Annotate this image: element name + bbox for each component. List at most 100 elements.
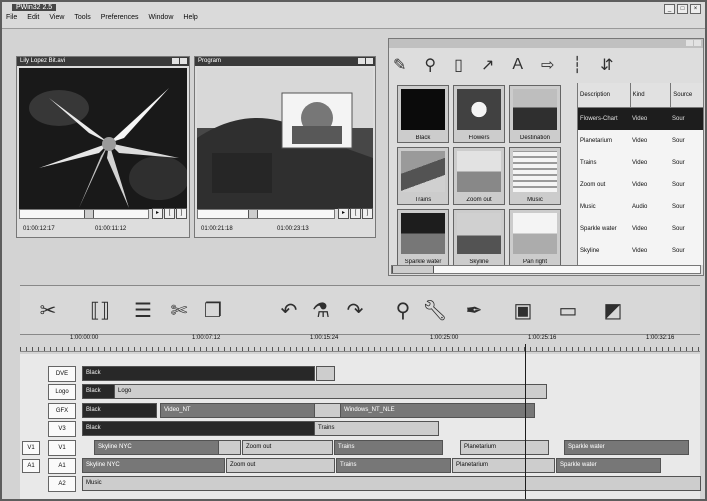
clip[interactable]: Logo	[114, 384, 547, 399]
clip[interactable]: Music	[82, 476, 701, 491]
clip-transition[interactable]	[218, 440, 241, 455]
clip[interactable]: Black	[82, 384, 117, 399]
track-label-a2[interactable]: A2	[48, 476, 76, 492]
close-icon[interactable]	[180, 58, 187, 64]
track-label-dve[interactable]: DVE	[48, 366, 76, 382]
clip[interactable]: Skyline NYC	[94, 440, 219, 455]
wrench-icon[interactable]: 🔧︎	[420, 292, 450, 328]
track-label-v3[interactable]: V3	[48, 421, 76, 437]
thumbnail-pan-right[interactable]: Pan right	[509, 209, 561, 267]
undo-icon[interactable]: ↶	[274, 292, 304, 328]
redo-icon[interactable]: ↷	[338, 292, 372, 328]
clip[interactable]: Black	[82, 403, 157, 418]
mark-in-icon[interactable]: [	[350, 208, 361, 219]
playhead[interactable]	[525, 344, 526, 499]
clip[interactable]: Trains	[314, 421, 439, 436]
track-label-v1[interactable]: V1	[48, 440, 76, 456]
track-label-a1[interactable]: A1	[48, 458, 76, 474]
clip[interactable]: Zoom out	[242, 440, 333, 455]
magnifier-icon[interactable]: ⚲	[424, 55, 436, 75]
clip[interactable]: Skyline NYC	[82, 458, 225, 473]
clip[interactable]: Sparkle water	[556, 458, 661, 473]
clip[interactable]: Zoom out	[226, 458, 335, 473]
mark-in-icon[interactable]: [	[164, 208, 175, 219]
zoom-icon[interactable]: ⚲	[388, 292, 418, 328]
track-label-gfx[interactable]: GFX	[48, 403, 76, 419]
disk-icon[interactable]: ▭	[546, 292, 590, 328]
column-kind[interactable]: Kind	[631, 83, 672, 107]
pointer-icon[interactable]: ↗	[481, 55, 494, 75]
slider-thumb[interactable]	[248, 210, 258, 218]
thumbnail-sparkle-water[interactable]: Sparkle water	[397, 209, 449, 267]
clip[interactable]: Trains	[336, 458, 451, 473]
column-description[interactable]: Description	[578, 83, 631, 107]
thumbnail-skyline[interactable]: Skyline	[453, 209, 505, 267]
slider-thumb[interactable]	[84, 210, 94, 218]
minimize-icon[interactable]	[686, 40, 693, 46]
mark-out-icon[interactable]: ]	[362, 208, 373, 219]
thumbnail-trains[interactable]: Trains	[397, 147, 449, 205]
menu-tools[interactable]: Tools	[74, 14, 90, 21]
clip[interactable]: Black	[82, 421, 317, 436]
source-scrub-slider[interactable]	[19, 209, 149, 219]
close-icon[interactable]	[694, 40, 701, 46]
list-row[interactable]: Sparkle water Video Sour	[578, 218, 703, 240]
render-icon[interactable]: ▣	[506, 292, 540, 328]
copy-icon[interactable]: ❐	[196, 292, 230, 328]
thumbnail-flowers[interactable]: Flowers	[453, 85, 505, 143]
scissors-icon[interactable]: ✄	[166, 292, 192, 328]
split-icon[interactable]: ⟦⟧	[84, 292, 116, 328]
page-icon[interactable]: ▯	[454, 55, 463, 75]
pen-icon[interactable]: ✒	[452, 292, 496, 328]
minimize-icon[interactable]	[358, 58, 365, 64]
play-icon[interactable]: ▸	[152, 208, 163, 219]
thumbnail-destination[interactable]: Destination	[509, 85, 561, 143]
clip[interactable]: Trains	[334, 440, 443, 455]
list-row[interactable]: Zoom out Video Sour	[578, 174, 703, 196]
clip[interactable]: Sparkle water	[564, 440, 689, 455]
list-row[interactable]: Planetarium Video Sour	[578, 130, 703, 152]
timeline-ruler[interactable]: 1:00:00:00 1:00:07:12 1:00:15:24 1:00:25…	[20, 335, 700, 352]
library-scrollbar[interactable]	[391, 265, 701, 274]
minimize-icon[interactable]: _	[664, 4, 675, 14]
program-viewer-titlebar[interactable]: Program	[195, 57, 375, 66]
close-icon[interactable]	[366, 58, 373, 64]
thumbnail-black[interactable]: Black	[397, 85, 449, 143]
clip[interactable]: Video_NT	[160, 403, 315, 418]
clip[interactable]: Planetarium	[460, 440, 549, 455]
clip-transition[interactable]	[316, 366, 335, 381]
ripple-icon[interactable]: ☰	[124, 292, 162, 328]
menu-help[interactable]: Help	[183, 14, 197, 21]
clip-transition[interactable]	[314, 403, 341, 418]
menu-window[interactable]: Window	[148, 14, 173, 21]
clip-icon[interactable]: ⚗	[306, 292, 336, 328]
menu-edit[interactable]: Edit	[27, 14, 39, 21]
trash-icon[interactable]: ◩	[596, 292, 630, 328]
track-label-logo[interactable]: Logo	[48, 384, 76, 400]
maximize-icon[interactable]: □	[677, 4, 688, 14]
menu-file[interactable]: File	[6, 14, 17, 21]
column-source[interactable]: Source	[671, 83, 703, 107]
thumbnail-music[interactable]: Music	[509, 147, 561, 205]
minimize-icon[interactable]	[172, 58, 179, 64]
library-titlebar[interactable]	[389, 39, 703, 48]
play-icon[interactable]: ▸	[338, 208, 349, 219]
patch-v1[interactable]: V1	[22, 441, 40, 455]
menu-preferences[interactable]: Preferences	[101, 14, 139, 21]
scrollbar-thumb[interactable]	[392, 266, 434, 273]
sort-icon[interactable]: ⇵	[600, 55, 613, 75]
source-viewer-titlebar[interactable]: Lily Lopez Bit.avi	[17, 57, 189, 66]
clip[interactable]: Planetarium	[452, 458, 555, 473]
pencil-icon[interactable]: ✎	[393, 55, 406, 75]
patch-a1[interactable]: A1	[22, 459, 40, 473]
clip[interactable]: Black	[82, 366, 315, 381]
list-row[interactable]: Flowers-Chart Video Sour	[578, 108, 703, 130]
thumbnail-zoom-out[interactable]: Zoom out	[453, 147, 505, 205]
mark-out-icon[interactable]: ]	[176, 208, 187, 219]
list-row[interactable]: Trains Video Sour	[578, 152, 703, 174]
text-tool-icon[interactable]: A	[512, 56, 523, 74]
close-icon[interactable]: ×	[690, 4, 701, 14]
column-icon[interactable]: ┆	[572, 55, 582, 75]
menu-view[interactable]: View	[49, 14, 64, 21]
razor-blade-icon[interactable]: ✂	[26, 292, 70, 328]
